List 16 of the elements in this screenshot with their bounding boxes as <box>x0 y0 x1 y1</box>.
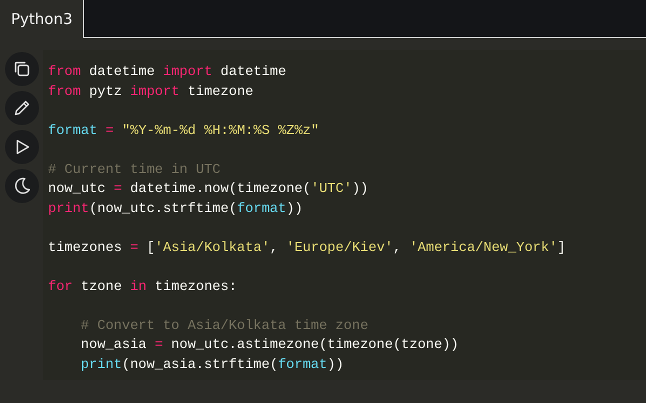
code-line: from datetime import datetime <box>48 64 286 82</box>
code-line: # Current time in UTC <box>48 162 220 180</box>
code-line: timezones = ['Asia/Kolkata', 'Europe/Kiev', 'America/New_York'] <box>48 240 566 258</box>
code-line: print(now_asia.strftime(format)) <box>80 356 344 374</box>
copy-button[interactable] <box>4 52 38 86</box>
run-button[interactable] <box>4 130 38 164</box>
language-tab[interactable]: Python3 <box>0 0 83 38</box>
theme-button[interactable] <box>4 169 38 203</box>
code-line: for tzone in timezones: <box>48 278 237 296</box>
code-line: from pytz import timezone <box>48 84 254 102</box>
code-line: now_utc = datetime.now(timezone('UTC')) <box>48 181 368 199</box>
code-line: # Convert to Asia/Kolkata time zone <box>80 318 368 336</box>
code-line: format = "%Y-%m-%d %H:%M:%S %Z%z" <box>48 122 320 140</box>
code-line: now_asia = now_utc.astimezone(timezone(tzone)) <box>80 337 459 355</box>
edit-button[interactable] <box>4 91 38 125</box>
code-line: print(now_utc.strftime(format)) <box>48 200 303 218</box>
